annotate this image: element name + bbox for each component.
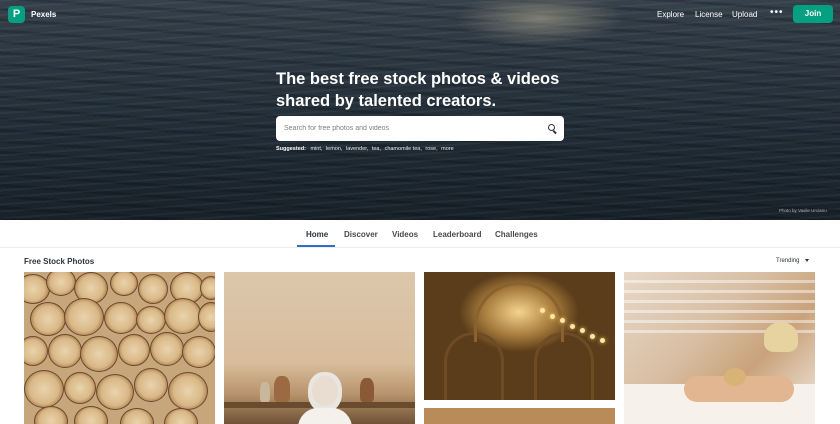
log-shape — [138, 274, 168, 304]
photo-card-massage[interactable] — [624, 272, 815, 424]
log-shape — [168, 372, 208, 410]
lamp-shape — [580, 328, 585, 333]
nav-link-upload[interactable]: Upload — [732, 10, 757, 19]
search-icon[interactable] — [548, 124, 555, 131]
blind-slat — [624, 310, 815, 313]
log-shape — [74, 406, 108, 424]
photo-card-next[interactable] — [424, 408, 615, 424]
vase-shape — [274, 376, 290, 402]
tab-videos[interactable]: Videos — [392, 230, 418, 239]
log-shape — [150, 332, 184, 366]
vase-shape — [260, 382, 270, 402]
suggested-searches: Suggested: mint, lemon, lavender, tea, c… — [276, 146, 456, 152]
search-bar[interactable] — [276, 116, 564, 141]
suggestion-link[interactable]: mint, — [310, 146, 322, 152]
photo-credit[interactable]: Photo by Vasile Urcianu — [779, 208, 827, 213]
lamp-shape — [540, 308, 545, 313]
nav-link-explore[interactable]: Explore — [657, 10, 684, 19]
person-head-shape — [724, 368, 746, 386]
blind-slat — [624, 290, 815, 293]
tab-leaderboard[interactable]: Leaderboard — [433, 230, 481, 239]
plant-shape — [764, 322, 798, 352]
more-horizontal-icon[interactable]: ••• — [770, 7, 784, 18]
photo-card-dome-interior[interactable] — [424, 272, 615, 400]
sort-label: Trending — [776, 258, 800, 264]
log-shape — [96, 374, 134, 410]
suggestion-link[interactable]: lavender, — [346, 146, 368, 152]
suggestion-link[interactable]: rose, — [425, 146, 437, 152]
log-shape — [46, 272, 76, 296]
pexels-logo-icon[interactable]: P — [8, 6, 25, 23]
photo-card-woman-room[interactable] — [224, 272, 415, 424]
hero-headline-line-2: shared by talented creators. — [276, 92, 497, 110]
log-shape — [24, 370, 64, 408]
lamp-shape — [550, 314, 555, 319]
hero-headline: The best free stock photos & videos shar… — [276, 68, 576, 112]
log-shape — [34, 406, 68, 424]
arch-shape — [534, 332, 594, 400]
log-shape — [110, 272, 138, 296]
active-tab-indicator — [297, 245, 335, 247]
log-shape — [164, 298, 202, 334]
hero-headline-line-1: The best free stock photos & videos — [276, 70, 560, 88]
lamp-shape — [570, 324, 575, 329]
log-shape — [80, 336, 118, 372]
log-shape — [48, 334, 82, 368]
arch-shape — [474, 282, 564, 342]
vase-shape — [360, 378, 374, 402]
log-shape — [30, 302, 66, 336]
log-shape — [198, 302, 215, 332]
feed-title: Free Stock Photos — [24, 257, 95, 266]
tab-home[interactable]: Home — [306, 230, 328, 239]
log-shape — [118, 334, 150, 366]
lamp-shape — [600, 338, 605, 343]
tab-discover[interactable]: Discover — [344, 230, 378, 239]
log-shape — [104, 302, 138, 334]
person-body-shape — [298, 408, 352, 424]
caret-down-icon — [805, 258, 810, 262]
log-shape — [24, 336, 48, 366]
photo-card-firewood[interactable] — [24, 272, 215, 424]
log-shape — [64, 298, 104, 336]
blind-slat — [624, 280, 815, 283]
suggestion-link[interactable]: tea, — [372, 146, 381, 152]
log-shape — [120, 408, 154, 424]
top-navigation: P Pexels Explore License Upload ••• Join — [0, 0, 840, 30]
suggestion-more-link[interactable]: more — [441, 146, 454, 152]
hero-banner: P Pexels Explore License Upload ••• Join… — [0, 0, 840, 220]
section-tabs: Home Discover Videos Leaderboard Challen… — [0, 220, 840, 248]
join-button[interactable]: Join — [793, 5, 833, 23]
log-shape — [200, 276, 215, 300]
sort-dropdown[interactable]: Trending — [776, 258, 810, 264]
person-head-shape — [312, 376, 338, 406]
suggestion-link[interactable]: lemon, — [326, 146, 343, 152]
lamp-shape — [590, 334, 595, 339]
log-shape — [64, 372, 96, 404]
arch-shape — [444, 332, 504, 400]
suggested-label: Suggested: — [276, 146, 306, 152]
brand-name[interactable]: Pexels — [31, 10, 56, 19]
search-input[interactable] — [284, 116, 540, 141]
log-shape — [164, 408, 198, 424]
log-shape — [134, 368, 168, 402]
tab-challenges[interactable]: Challenges — [495, 230, 538, 239]
blind-slat — [624, 300, 815, 303]
log-shape — [136, 306, 166, 334]
log-shape — [182, 336, 215, 368]
lamp-shape — [560, 318, 565, 323]
nav-link-license[interactable]: License — [695, 10, 723, 19]
suggestion-link[interactable]: chamomile tea, — [385, 146, 422, 152]
